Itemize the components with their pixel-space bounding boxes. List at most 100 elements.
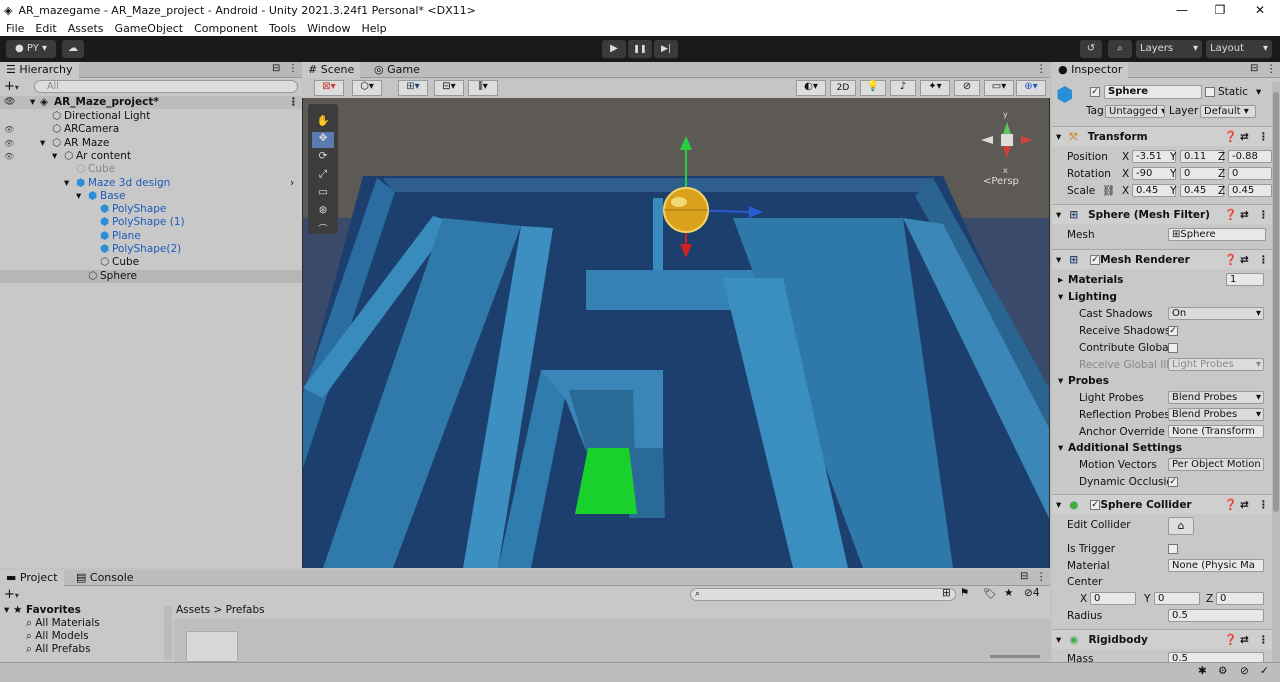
menu-gameobject[interactable]: GameObject [115, 22, 184, 35]
lock-icon[interactable]: ⊟ [272, 63, 280, 74]
perspective-label[interactable]: <Persp [983, 176, 1019, 187]
tab-scene[interactable]: # Scene [302, 62, 361, 78]
tab-inspector[interactable]: ● Inspector [1052, 62, 1129, 78]
dynamic-occlusion-checkbox[interactable]: ✓ [1168, 477, 1178, 487]
anchor-override-field[interactable]: None (Transform [1168, 425, 1264, 438]
more-options-icon[interactable]: ⋮ [1258, 495, 1269, 515]
fav-item-models[interactable]: ⌕ All Models [26, 630, 89, 643]
collider-material-field[interactable]: None (Physic Ma [1168, 559, 1264, 572]
draw-mode-dropdown[interactable]: ⊠▾ [314, 80, 344, 96]
search-button[interactable]: ⌕ [1108, 40, 1132, 58]
is-trigger-checkbox[interactable] [1168, 544, 1178, 554]
materials-count-field[interactable]: 1 [1226, 273, 1264, 286]
hierarchy-item[interactable]: ⬢ PolyShape(2) [0, 243, 302, 256]
status-icon[interactable]: ✓ [1260, 665, 1269, 677]
hierarchy-item[interactable]: ⬡ Sphere [0, 269, 302, 283]
shading-dropdown[interactable]: ⬡▾ [352, 80, 382, 96]
fav-item-prefabs[interactable]: ⌕ All Prefabs [26, 643, 91, 656]
snap-dropdown[interactable]: ⊞▾ [398, 80, 428, 96]
scrollbar-thumb[interactable] [1273, 92, 1279, 512]
gizmos-dropdown[interactable]: ⊕▾ [1016, 80, 1046, 96]
help-icon[interactable]: ❓ [1224, 205, 1237, 225]
lock-icon[interactable]: ⊟ [1020, 571, 1028, 582]
project-search-input[interactable]: ⌕ [690, 588, 956, 601]
receive-shadows-checkbox[interactable]: ✓ [1168, 326, 1178, 336]
prefab-thumbnail[interactable] [186, 631, 238, 662]
expand-arrow-icon[interactable]: ▾ [76, 190, 81, 203]
history-button[interactable]: ↺ [1080, 40, 1102, 58]
hierarchy-item[interactable]: ⬡ Cube [0, 256, 302, 269]
hierarchy-item[interactable]: ⬢ PolyShape [0, 203, 302, 216]
inspector-scrollbar[interactable] [1272, 82, 1280, 662]
hierarchy-search-input[interactable]: All [34, 80, 298, 93]
increment-snap-dropdown[interactable]: ⫼▾ [468, 80, 498, 96]
tab-game[interactable]: ◎ Game [368, 62, 426, 78]
eye-icon[interactable]: 👁 [4, 137, 14, 150]
hierarchy-scene-root[interactable]: 👁 ▾ ◈ AR_Maze_project* ⋮ [0, 96, 302, 109]
static-checkbox[interactable] [1205, 87, 1215, 97]
favorite-star-icon[interactable]: ★ [1004, 587, 1013, 599]
rotate-tool-icon[interactable]: ⟳ [312, 150, 334, 166]
hierarchy-item[interactable]: ⬡ Directional Light [0, 110, 302, 123]
hierarchy-item[interactable]: ▾ ⬡ Ar content 👁 [0, 150, 302, 163]
additional-settings-row[interactable]: ▾ Additional Settings [1052, 440, 1272, 456]
maximize-button[interactable]: ❐ [1200, 0, 1240, 20]
expand-arrow-icon[interactable]: ▾ [64, 177, 69, 190]
transform-header[interactable]: ▾ ⤧ Transform ❓ ⇄ ⋮ [1052, 126, 1280, 146]
add-button[interactable]: +▾ [4, 79, 19, 94]
mesh-renderer-checkbox[interactable]: ✓ [1090, 255, 1100, 265]
more-options-icon[interactable]: ⋮ [1258, 630, 1269, 650]
effects-dropdown[interactable]: ✦▾ [920, 80, 950, 96]
scale-z-field[interactable]: 0.45 [1228, 184, 1272, 197]
search-by-type-icon[interactable]: ⊞ [942, 587, 951, 599]
preset-icon[interactable]: ⇄ [1240, 250, 1249, 270]
sphere-collider-header[interactable]: ▾ ● ✓ Sphere Collider ❓ ⇄ ⋮ [1052, 494, 1280, 514]
account-button[interactable]: ● PY ▾ [6, 40, 56, 58]
favorites-header[interactable]: ▾ ★ Favorites [4, 604, 81, 616]
preset-icon[interactable]: ⇄ [1240, 630, 1249, 650]
tag-icon[interactable]: 🏷 [983, 587, 996, 600]
hierarchy-item[interactable]: ⬢ Plane [0, 230, 302, 243]
transform-tool-icon[interactable]: ⊛ [312, 204, 334, 220]
rotation-z-field[interactable]: 0 [1228, 167, 1272, 180]
menu-assets[interactable]: Assets [68, 22, 104, 35]
cloud-button[interactable]: ☁ [62, 40, 84, 58]
menu-file[interactable]: File [6, 22, 24, 35]
help-icon[interactable]: ❓ [1224, 250, 1237, 270]
step-button[interactable]: ▶| [654, 40, 678, 58]
menu-component[interactable]: Component [194, 22, 258, 35]
tab-project[interactable]: ▬ Project [0, 570, 64, 586]
more-options-icon[interactable]: ⋮ [1036, 63, 1047, 75]
scale-tool-icon[interactable]: ⤢ [312, 168, 334, 184]
tab-console[interactable]: ▤ Console [70, 570, 140, 586]
hierarchy-item[interactable]: ⬢ PolyShape (1) [0, 216, 302, 229]
light-probes-dropdown[interactable]: Blend Probes ▾ [1168, 391, 1264, 404]
object-name-field[interactable]: Sphere [1104, 85, 1202, 99]
mesh-field[interactable]: ⊞Sphere [1168, 228, 1266, 241]
probes-row[interactable]: ▾ Probes [1052, 373, 1272, 389]
close-button[interactable]: ✕ [1240, 0, 1280, 20]
tag-dropdown[interactable]: Untagged ▾ [1105, 105, 1165, 118]
eye-icon[interactable]: 👁 [4, 96, 15, 109]
chevron-down-icon[interactable]: ▾ [1256, 86, 1261, 98]
hidden-objects-icon[interactable]: ⊘ [954, 80, 980, 96]
move-tool-icon[interactable]: ✥ [312, 132, 334, 148]
hierarchy-item[interactable]: ▾ ⬡ AR Maze 👁 [0, 137, 302, 150]
help-icon[interactable]: ❓ [1224, 127, 1237, 147]
eye-icon[interactable]: 👁 [4, 150, 14, 163]
audio-toggle-icon[interactable]: ♪ [890, 80, 916, 96]
tab-hierarchy[interactable]: ☰ Hierarchy [0, 62, 79, 78]
motion-vectors-dropdown[interactable]: Per Object Motion [1168, 458, 1264, 471]
expand-arrow-icon[interactable]: ▾ [52, 150, 57, 163]
center-x-field[interactable]: 0 [1090, 592, 1136, 605]
expand-arrow-icon[interactable]: ▾ [30, 96, 35, 109]
center-z-field[interactable]: 0 [1216, 592, 1264, 605]
layer-dropdown[interactable]: Default ▾ [1200, 105, 1256, 118]
mesh-renderer-header[interactable]: ▾ ⊞ ✓ Mesh Renderer ❓ ⇄ ⋮ [1052, 249, 1280, 269]
help-icon[interactable]: ❓ [1224, 630, 1237, 650]
camera-dropdown[interactable]: ▭▾ [984, 80, 1014, 96]
reflection-probes-dropdown[interactable]: Blend Probes ▾ [1168, 408, 1264, 421]
fav-item-materials[interactable]: ⌕ All Materials [26, 617, 100, 630]
lighting-row[interactable]: ▾ Lighting [1052, 289, 1272, 305]
more-options-icon[interactable]: ⋮ [288, 63, 298, 74]
